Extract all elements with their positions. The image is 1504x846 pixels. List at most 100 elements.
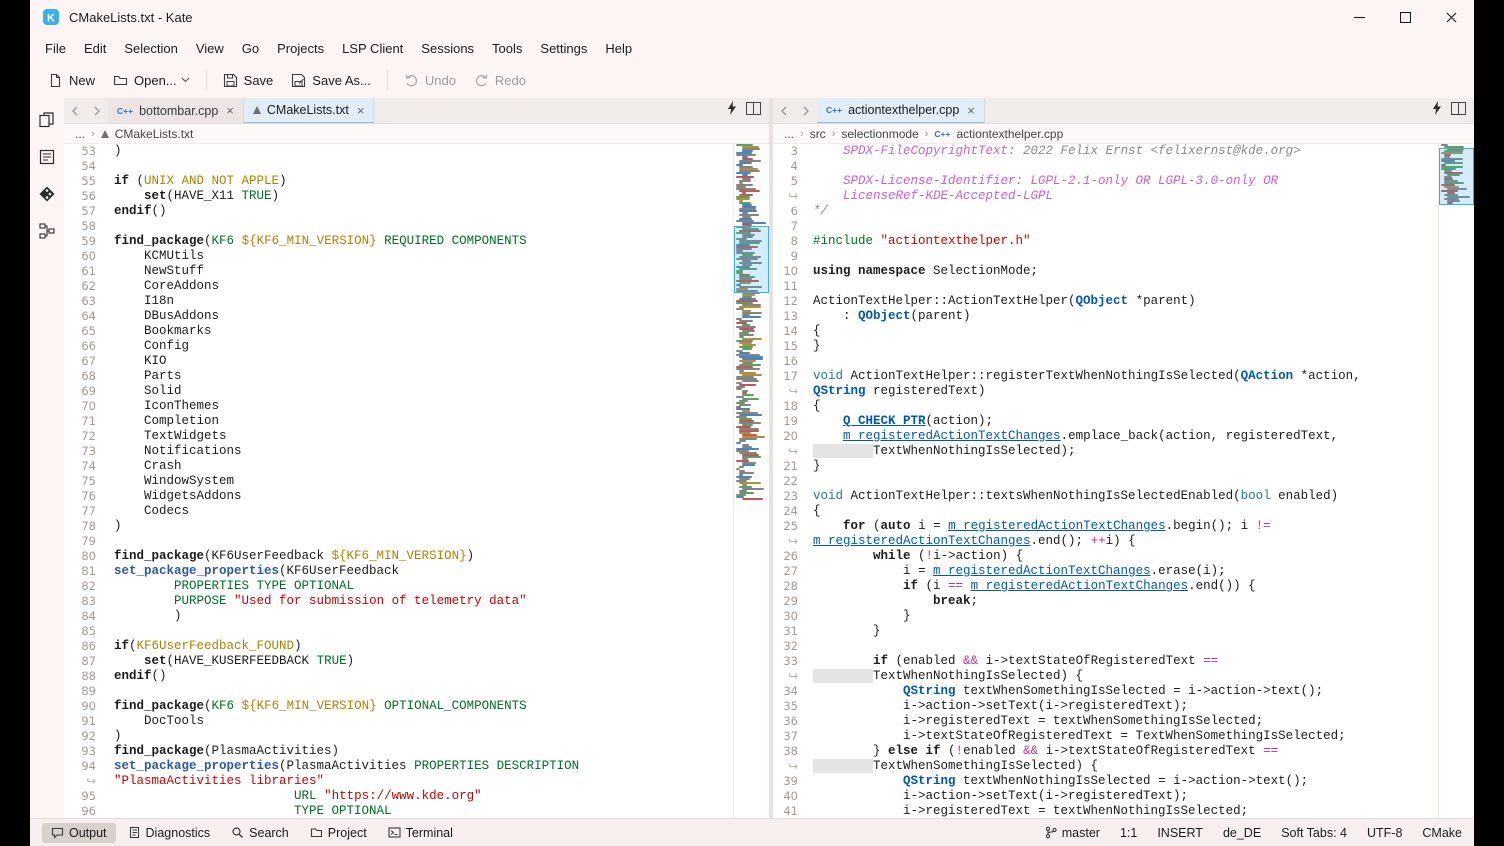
line-number[interactable]: 54 — [64, 159, 108, 174]
code-row[interactable]: 92) — [64, 729, 733, 744]
line-number[interactable]: 63 — [64, 294, 108, 309]
code-line[interactable]: { — [807, 399, 1438, 414]
statusbar-project-button[interactable]: Project — [301, 823, 376, 843]
menu-go[interactable]: Go — [233, 37, 268, 60]
line-number[interactable]: 86 — [64, 639, 108, 654]
line-number[interactable]: 13 — [773, 309, 807, 324]
code-row[interactable]: 73 Notifications — [64, 444, 733, 459]
line-number[interactable]: 59 — [64, 234, 108, 249]
code-line[interactable]: using namespace SelectionMode; — [807, 264, 1438, 279]
code-row[interactable]: 34 QString textWhenSomethingIsSelected =… — [773, 684, 1438, 699]
code-line[interactable]: i->textStateOfRegisteredText = TextWhenS… — [807, 729, 1438, 744]
line-number[interactable]: 19 — [773, 414, 807, 429]
tab-actiontexthelper.cpp[interactable]: C++actiontexthelper.cpp× — [817, 98, 985, 123]
code-line[interactable] — [108, 534, 733, 549]
line-number[interactable]: 71 — [64, 414, 108, 429]
line-number[interactable]: 96 — [64, 804, 108, 818]
save-as-button[interactable]: Save As... — [283, 68, 379, 93]
line-number[interactable]: 93 — [64, 744, 108, 759]
code-line[interactable] — [807, 279, 1438, 294]
code-line[interactable]: TYPE OPTIONAL — [108, 804, 733, 818]
code-line[interactable]: PROPERTIES TYPE OPTIONAL — [108, 579, 733, 594]
code-line[interactable]: endif() — [108, 204, 733, 219]
code-row[interactable]: 20 m_registeredActionTextChanges.emplace… — [773, 429, 1438, 444]
line-number[interactable]: 82 — [64, 579, 108, 594]
code-line[interactable]: void ActionTextHelper::registerTextWhenN… — [807, 369, 1438, 384]
code-row[interactable]: 88endif() — [64, 669, 733, 684]
code-row[interactable]: 32 — [773, 639, 1438, 654]
line-number[interactable]: 85 — [64, 624, 108, 639]
line-number[interactable]: 91 — [64, 714, 108, 729]
menu-file[interactable]: File — [36, 37, 75, 60]
code-line[interactable] — [108, 624, 733, 639]
line-number[interactable]: 73 — [64, 444, 108, 459]
line-number[interactable]: 75 — [64, 474, 108, 489]
statusbar-input-mode[interactable]: INSERT — [1157, 826, 1203, 840]
file-list-icon[interactable] — [35, 145, 59, 169]
project-tree-icon[interactable] — [35, 219, 59, 243]
code-line[interactable]: SPDX-FileCopyrightText: 2022 Felix Ernst… — [807, 144, 1438, 159]
code-line[interactable]: TextWhenNothingIsSelected) { — [807, 669, 1438, 684]
code-row[interactable]: 72 TextWidgets — [64, 429, 733, 444]
wrap-marker[interactable]: ↪ — [64, 774, 108, 789]
line-number[interactable]: 66 — [64, 339, 108, 354]
code-row[interactable]: ↪QString registeredText) — [773, 384, 1438, 399]
line-number[interactable]: 61 — [64, 264, 108, 279]
line-number[interactable]: 16 — [773, 354, 807, 369]
forward-icon[interactable] — [86, 98, 108, 123]
line-number[interactable]: 78 — [64, 519, 108, 534]
code-line[interactable]: QString textWhenNothingIsSelected = i->a… — [807, 774, 1438, 789]
breadcrumb-item[interactable]: src — [810, 127, 826, 141]
breadcrumb-item[interactable]: actiontexthelper.cpp — [957, 127, 1064, 141]
right-code-area[interactable]: 3 SPDX-FileCopyrightText: 2022 Felix Ern… — [773, 144, 1438, 818]
line-number[interactable]: 6 — [773, 204, 807, 219]
code-line[interactable]: } else if (!enabled && i->textStateOfReg… — [807, 744, 1438, 759]
code-line[interactable]: set(HAVE_X11 TRUE) — [108, 189, 733, 204]
code-row[interactable]: 56 set(HAVE_X11 TRUE) — [64, 189, 733, 204]
code-line[interactable]: endif() — [108, 669, 733, 684]
code-row[interactable]: 96 TYPE OPTIONAL — [64, 804, 733, 818]
code-line[interactable]: } — [807, 624, 1438, 639]
menu-selection[interactable]: Selection — [115, 37, 186, 60]
minimap-viewport[interactable] — [734, 226, 769, 293]
code-row[interactable]: 82 PROPERTIES TYPE OPTIONAL — [64, 579, 733, 594]
code-row[interactable]: 17void ActionTextHelper::registerTextWhe… — [773, 369, 1438, 384]
line-number[interactable]: 7 — [773, 219, 807, 234]
code-line[interactable]: set_package_properties(KF6UserFeedback — [108, 564, 733, 579]
code-line[interactable]: Bookmarks — [108, 324, 733, 339]
code-row[interactable]: 67 KIO — [64, 354, 733, 369]
code-row[interactable]: 93find_package(PlasmaActivities) — [64, 744, 733, 759]
line-number[interactable]: 17 — [773, 369, 807, 384]
line-number[interactable]: 9 — [773, 249, 807, 264]
line-number[interactable]: 62 — [64, 279, 108, 294]
code-row[interactable]: 29 break; — [773, 594, 1438, 609]
code-line[interactable]: KIO — [108, 354, 733, 369]
line-number[interactable]: 30 — [773, 609, 807, 624]
line-number[interactable]: 20 — [773, 429, 807, 444]
line-number[interactable]: 31 — [773, 624, 807, 639]
code-row[interactable]: 76 WidgetsAddons — [64, 489, 733, 504]
code-row[interactable]: 13 : QObject(parent) — [773, 309, 1438, 324]
code-line[interactable]: "PlasmaActivities libraries" — [108, 774, 733, 789]
code-line[interactable] — [807, 249, 1438, 264]
forward-icon[interactable] — [795, 98, 817, 123]
line-number[interactable]: 95 — [64, 789, 108, 804]
code-row[interactable]: 22 — [773, 474, 1438, 489]
code-line[interactable]: ) — [108, 144, 733, 159]
tab-close-icon[interactable]: × — [967, 103, 975, 118]
code-line[interactable]: if (UNIX AND NOT APPLE) — [108, 174, 733, 189]
code-line[interactable]: if(KF6UserFeedback_FOUND) — [108, 639, 733, 654]
code-line[interactable]: URL "https://www.kde.org" — [108, 789, 733, 804]
code-line[interactable]: QString registeredText) — [807, 384, 1438, 399]
code-row[interactable]: 57endif() — [64, 204, 733, 219]
code-line[interactable]: m_registeredActionTextChanges.emplace_ba… — [807, 429, 1438, 444]
code-row[interactable]: 62 CoreAddons — [64, 279, 733, 294]
line-number[interactable]: 84 — [64, 609, 108, 624]
menu-projects[interactable]: Projects — [268, 37, 333, 60]
code-row[interactable]: 33 if (enabled && i->textStateOfRegister… — [773, 654, 1438, 669]
code-row[interactable]: 87 set(HAVE_KUSERFEEDBACK TRUE) — [64, 654, 733, 669]
statusbar-diagnostics-button[interactable]: Diagnostics — [119, 823, 220, 843]
code-row[interactable]: 71 Completion — [64, 414, 733, 429]
menu-edit[interactable]: Edit — [75, 37, 115, 60]
code-row[interactable]: 6*/ — [773, 204, 1438, 219]
